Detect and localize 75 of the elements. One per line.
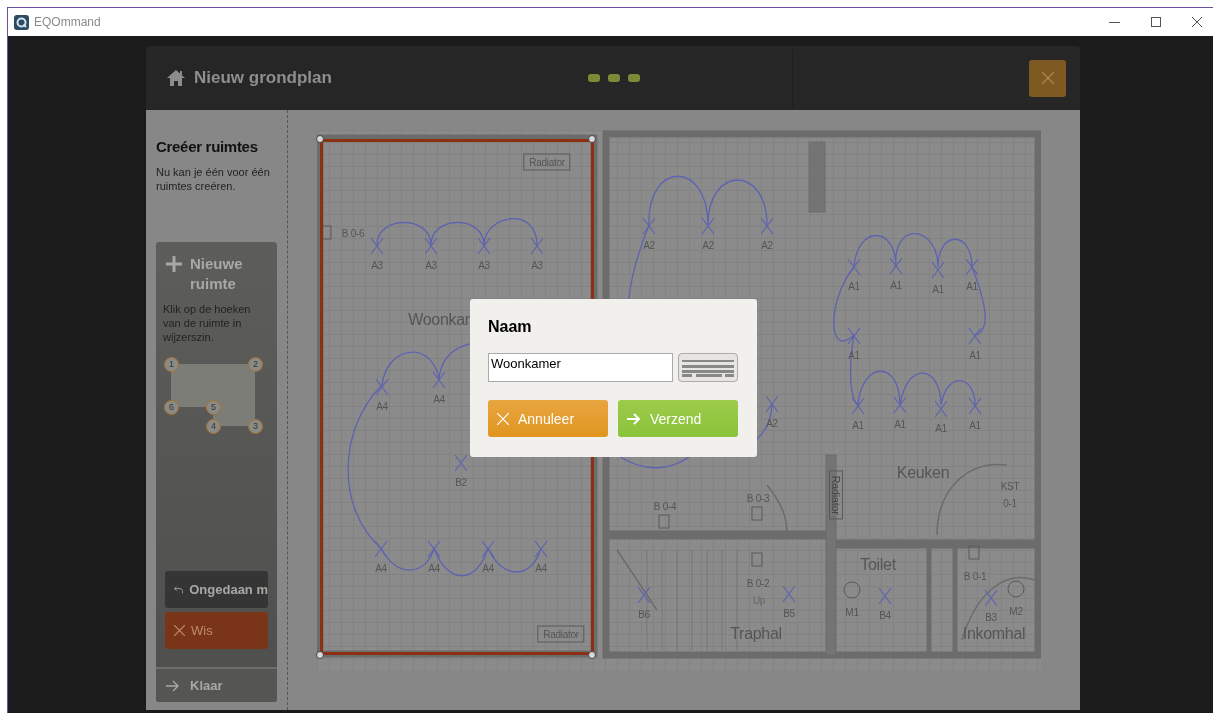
corner-handle[interactable] (588, 135, 596, 143)
cross-mark-icon (965, 258, 979, 276)
dialog-title: Naam (488, 318, 533, 336)
cancel-button[interactable]: Annuleer (488, 400, 608, 437)
fixture-label: A2 (766, 417, 778, 429)
minimize-icon[interactable] (1109, 21, 1120, 23)
corner-handle[interactable] (588, 651, 596, 659)
plus-icon (166, 256, 182, 272)
close-icon (174, 625, 185, 636)
close-button[interactable] (1029, 59, 1066, 97)
cross-mark-icon (847, 258, 861, 276)
socket-icon (320, 225, 332, 240)
socket-icon (751, 552, 763, 567)
close-icon (1041, 72, 1054, 84)
step-indicator-icon (588, 74, 640, 82)
cross-mark-icon (782, 585, 796, 603)
close-icon[interactable] (1192, 17, 1202, 27)
section-description: Nu kan je één voor één ruimtes creéren. (156, 165, 271, 193)
clear-button[interactable]: Wis (165, 612, 268, 649)
cross-mark-icon (931, 261, 945, 279)
corner-handle[interactable] (316, 651, 324, 659)
cross-mark-icon (481, 540, 495, 558)
section-heading: Creéer ruimtes (156, 138, 259, 155)
cross-mark-icon (375, 378, 389, 396)
done-button[interactable]: Klaar (156, 667, 277, 702)
cross-mark-icon (984, 589, 998, 607)
maximize-icon[interactable] (1151, 17, 1161, 27)
cross-mark-icon (701, 217, 715, 235)
socket-icon (751, 506, 763, 521)
cross-mark-icon (424, 237, 438, 255)
cross-mark-icon (530, 237, 544, 255)
cross-mark-icon (477, 237, 491, 255)
cross-mark-icon (370, 237, 384, 255)
submit-button[interactable]: Verzend (618, 400, 738, 437)
cross-mark-icon (534, 540, 548, 558)
cross-mark-icon (889, 257, 903, 275)
corner-marker: 4 (206, 419, 221, 434)
cross-mark-icon (934, 400, 948, 418)
cross-mark-icon (765, 395, 779, 413)
socket-icon (658, 514, 670, 529)
cross-mark-icon (851, 397, 865, 415)
cross-mark-icon (878, 587, 892, 605)
undo-button[interactable]: Ongedaan m (165, 571, 268, 608)
cross-mark-icon (968, 397, 982, 415)
cross-mark-icon (642, 217, 656, 235)
circle-icon (843, 581, 861, 599)
new-room-title: Nieuwe ruimte (190, 254, 244, 294)
close-icon (497, 412, 509, 425)
keyboard-button[interactable] (678, 353, 738, 382)
socket-icon (968, 545, 980, 560)
circle-icon (1007, 580, 1025, 598)
cross-mark-icon (968, 327, 982, 345)
corner-marker: 6 (164, 400, 179, 415)
fixture-label: A1 (848, 349, 860, 361)
arrow-right-icon (166, 679, 180, 692)
cross-mark-icon (454, 454, 468, 472)
app-logo-icon (14, 14, 29, 30)
cross-mark-icon (637, 586, 651, 604)
page-title: Nieuw grondplan (194, 68, 332, 88)
cross-mark-icon (760, 217, 774, 235)
corner-marker: 2 (248, 357, 263, 372)
cross-mark-icon (893, 396, 907, 414)
corner-handle[interactable] (316, 135, 324, 143)
window-title: EQOmmand (34, 15, 101, 29)
cross-mark-icon (847, 327, 861, 345)
name-input[interactable]: Woonkamer (488, 353, 673, 382)
cross-mark-icon (432, 371, 446, 389)
arrow-right-icon (627, 412, 641, 425)
cross-mark-icon (374, 540, 388, 558)
cross-mark-icon (427, 540, 441, 558)
corner-marker: 1 (164, 357, 179, 372)
corner-marker: 3 (248, 419, 263, 434)
keyboard-icon (682, 358, 734, 377)
home-icon[interactable] (166, 69, 186, 87)
radiator-label: Radiator (829, 470, 843, 520)
